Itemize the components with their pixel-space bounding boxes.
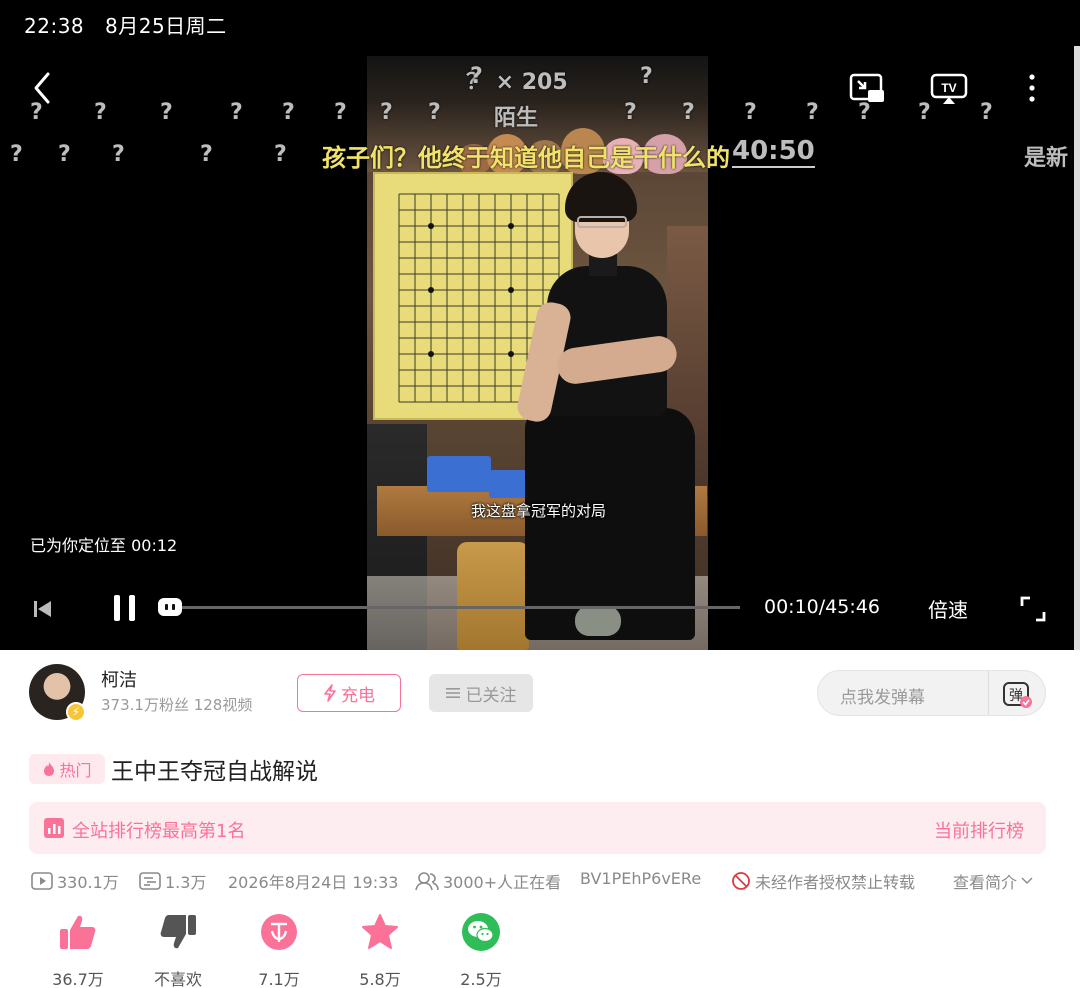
danmaku-question-mark: ?	[918, 100, 931, 125]
dislike-label: 不喜欢	[153, 970, 202, 988]
danmaku-question-mark: ?	[806, 100, 819, 125]
action-row: 36.7万 不喜欢 7.1万 5.8万 2.5万	[0, 910, 1080, 988]
video-info-panel: ⚡ 柯洁 373.1万粉丝 128视频 充电 已关注 点我发弹幕 弹 热门 王中…	[0, 650, 1080, 988]
danmaku-question-mark: ?	[282, 100, 295, 125]
video-title: 王中王夺冠自战解说	[111, 759, 318, 785]
presenter	[514, 172, 697, 650]
rank-text: 全站排行榜最高第1名	[72, 821, 246, 842]
like-count: 36.7万	[52, 970, 104, 988]
chevron-down-icon	[1021, 877, 1033, 884]
views-count: 330.1万	[31, 869, 119, 893]
danmaku-question-mark: ?	[624, 100, 637, 125]
danmaku-input-placeholder: 点我发弹幕	[840, 688, 925, 708]
svg-text:TV: TV	[941, 81, 956, 95]
status-time: 22:38	[24, 14, 85, 38]
play-count-icon	[31, 872, 53, 890]
tv-cast-icon[interactable]: TV	[930, 72, 968, 106]
watching-count: 3000+人正在看	[415, 869, 561, 893]
follow-button[interactable]: 已关注	[429, 674, 533, 712]
playback-time: 00:10/45:46	[764, 596, 880, 618]
wechat-icon	[462, 913, 500, 951]
lightning-icon	[324, 684, 336, 702]
current-rank-link[interactable]: 当前排行榜	[934, 817, 1024, 843]
danmaku-input[interactable]: 点我发弹幕 弹	[817, 670, 1046, 716]
video-player[interactable]: 22:38 8月25日周二 ？ × 205 陌生 孩子们？他终于知道他自己是干什…	[0, 0, 1080, 650]
danmaku-toggle-icon[interactable]: 弹	[1002, 679, 1032, 709]
stone-box	[427, 456, 491, 492]
skip-previous-icon[interactable]	[32, 598, 54, 620]
coin-button[interactable]: 7.1万	[239, 910, 319, 988]
copyright-notice: 未经作者授权禁止转载	[731, 869, 915, 893]
video-subtitle: 我这盘拿冠军的对局	[471, 502, 607, 520]
danmaku-count-icon	[139, 872, 161, 890]
flame-icon	[44, 762, 55, 776]
status-bar: 22:38 8月25日周二	[24, 10, 227, 39]
danmaku-question-mark: ?	[980, 100, 993, 125]
people-icon	[415, 872, 439, 891]
speed-button[interactable]: 倍速	[928, 594, 968, 623]
ranking-icon	[44, 818, 64, 838]
danmaku-item: 是新	[1024, 146, 1069, 171]
pause-icon[interactable]	[110, 592, 140, 624]
danmaku-question-mark: ?	[200, 142, 213, 167]
fullscreen-icon[interactable]	[1020, 596, 1046, 622]
danmaku-item: 孩子们？他终于知道他自己是干什么的	[322, 144, 730, 172]
danmaku-question-mark: ?	[334, 100, 347, 125]
hot-tag[interactable]: 热门	[29, 754, 105, 784]
bvid[interactable]: BV1PEhP6vERe	[580, 869, 701, 888]
danmaku-question-mark: ?	[470, 64, 483, 89]
share-count: 2.5万	[460, 970, 502, 988]
danmaku-question-mark: ?	[744, 100, 757, 125]
progress-knob[interactable]	[158, 598, 183, 616]
danmaku-question-mark: ?	[682, 100, 695, 125]
follow-label: 已关注	[465, 685, 517, 706]
danmaku-question-mark: ?	[58, 142, 71, 167]
seek-toast: 已为你定位至 00:12	[30, 536, 178, 555]
danmaku-question-mark: ?	[380, 100, 393, 125]
like-button[interactable]: 36.7万	[38, 910, 118, 988]
danmaku-question-mark: ?	[858, 100, 871, 125]
thumbs-down-icon	[160, 915, 196, 949]
danmaku-question-mark: ?	[30, 100, 43, 125]
coin-icon	[261, 914, 297, 950]
lightning-badge-icon: ⚡	[66, 702, 86, 722]
progress-bar[interactable]	[158, 598, 740, 616]
author-name[interactable]: 柯洁	[101, 666, 137, 692]
danmaku-question-mark: ?	[112, 142, 125, 167]
danmaku-item: 40:50	[732, 136, 815, 168]
share-button[interactable]: 2.5万	[441, 910, 521, 988]
forbidden-icon	[732, 872, 750, 890]
thumbs-up-icon	[60, 915, 96, 949]
status-date: 8月25日周二	[105, 14, 227, 38]
favorite-count: 5.8万	[359, 970, 401, 988]
danmaku-question-mark: ?	[274, 142, 287, 167]
view-intro-link[interactable]: 查看简介	[953, 869, 1033, 893]
danmaku-question-mark: ?	[160, 100, 173, 125]
divider	[988, 671, 989, 715]
rank-banner[interactable]: 全站排行榜最高第1名 当前排行榜	[29, 802, 1046, 854]
danmaku-question-mark: ?	[428, 100, 441, 125]
publish-time: 2026年8月24日 19:33	[228, 873, 399, 892]
dislike-button[interactable]: 不喜欢	[138, 910, 218, 988]
player-control-bar: 00:10/45:46 倍速	[0, 584, 1080, 634]
more-vertical-icon[interactable]	[1022, 72, 1042, 106]
coin-count: 7.1万	[258, 970, 300, 988]
danmaku-count: 1.3万	[139, 869, 206, 893]
author-stats: 373.1万粉丝 128视频	[101, 696, 253, 714]
charge-button[interactable]: 充电	[297, 674, 401, 712]
menu-icon	[445, 688, 460, 698]
danmaku-question-mark: ?	[230, 100, 243, 125]
scroll-edge	[1074, 46, 1080, 650]
charge-label: 充电	[341, 685, 375, 706]
video-meta-row: 330.1万 1.3万 2026年8月24日 19:33 3000+人正在看 B…	[31, 869, 1051, 895]
danmaku-question-mark: ?	[10, 142, 23, 167]
favorite-button[interactable]: 5.8万	[340, 910, 420, 988]
star-icon	[362, 914, 398, 949]
hot-tag-label: 热门	[59, 761, 92, 780]
danmaku-question-mark: ?	[640, 64, 653, 89]
danmaku-question-mark: ?	[94, 100, 107, 125]
danmaku-item: 陌生	[494, 106, 539, 131]
